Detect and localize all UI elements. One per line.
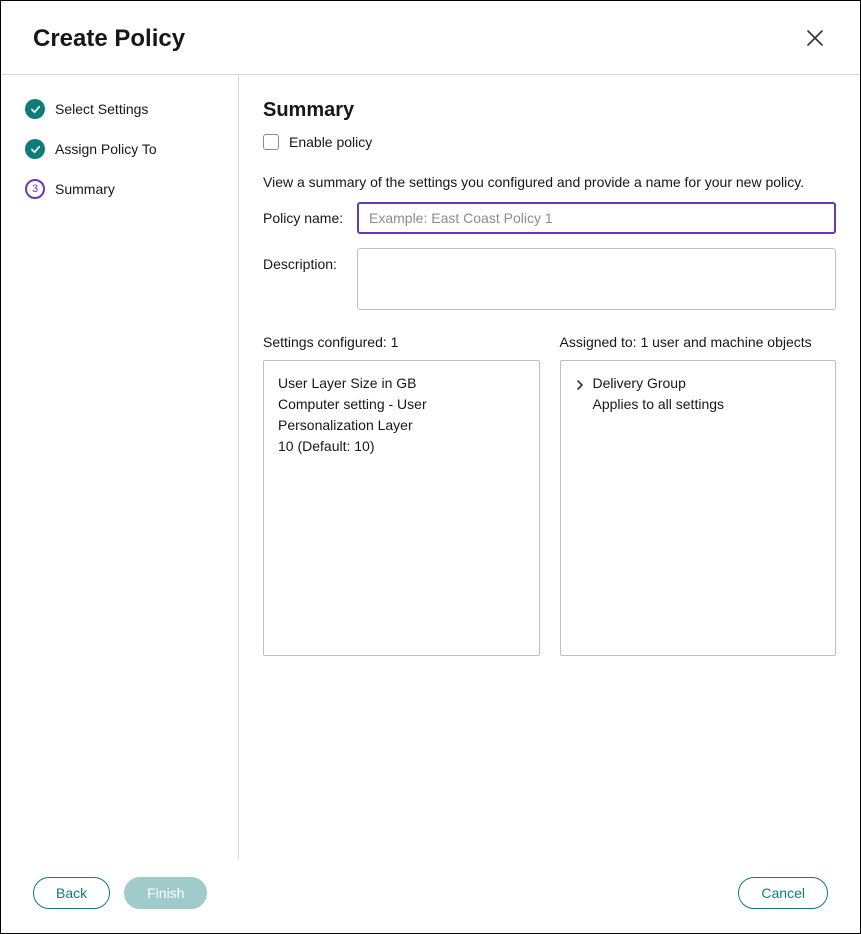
policy-name-row: Policy name:: [263, 202, 836, 234]
step-select-settings[interactable]: Select Settings: [25, 99, 238, 119]
step-label: Select Settings: [55, 101, 148, 117]
close-icon: [806, 29, 824, 47]
setting-value: 10 (Default: 10): [278, 436, 525, 457]
wizard-steps: Select Settings Assign Policy To 3 Summa…: [1, 75, 239, 859]
setting-item: User Layer Size in GB Computer setting -…: [278, 373, 525, 457]
step-label: Summary: [55, 181, 115, 197]
step-assign-policy-to[interactable]: Assign Policy To: [25, 139, 238, 159]
check-icon: [25, 139, 45, 159]
create-policy-modal: Create Policy Select Settings Assign Pol…: [0, 0, 861, 934]
modal-header: Create Policy: [1, 1, 860, 74]
modal-body: Select Settings Assign Policy To 3 Summa…: [1, 74, 860, 859]
assigned-item-scope: Applies to all settings: [593, 394, 725, 415]
modal-footer: Back Finish Cancel: [1, 859, 860, 933]
check-icon: [25, 99, 45, 119]
description-label: Description:: [263, 248, 357, 272]
page-title: Summary: [263, 99, 836, 122]
helper-text: View a summary of the settings you confi…: [263, 174, 836, 190]
settings-configured-header: Settings configured: 1: [263, 334, 540, 350]
description-row: Description:: [263, 248, 836, 310]
close-button[interactable]: [802, 25, 828, 54]
modal-title: Create Policy: [33, 25, 185, 53]
enable-policy-row: Enable policy: [263, 134, 836, 150]
step-number-badge: 3: [25, 179, 45, 199]
assigned-item: Delivery Group Applies to all settings: [575, 373, 822, 415]
assigned-to-column: Assigned to: 1 user and machine objects …: [560, 334, 837, 656]
assigned-to-header: Assigned to: 1 user and machine objects: [560, 334, 837, 350]
summary-columns: Settings configured: 1 User Layer Size i…: [263, 334, 836, 656]
chevron-right-icon: [575, 379, 585, 391]
policy-name-input[interactable]: [357, 202, 836, 234]
step-label: Assign Policy To: [55, 141, 157, 157]
setting-category: Computer setting - User Personalization …: [278, 394, 525, 436]
main-content: Summary Enable policy View a summary of …: [239, 75, 860, 859]
expand-toggle[interactable]: [575, 373, 585, 397]
enable-policy-label: Enable policy: [289, 134, 372, 150]
finish-button[interactable]: Finish: [124, 877, 207, 909]
cancel-button[interactable]: Cancel: [738, 877, 828, 909]
settings-configured-list[interactable]: User Layer Size in GB Computer setting -…: [263, 360, 540, 656]
back-button[interactable]: Back: [33, 877, 110, 909]
assigned-to-list[interactable]: Delivery Group Applies to all settings: [560, 360, 837, 656]
assigned-item-title: Delivery Group: [593, 373, 725, 394]
enable-policy-checkbox[interactable]: [263, 134, 279, 150]
description-input[interactable]: [357, 248, 836, 310]
settings-configured-column: Settings configured: 1 User Layer Size i…: [263, 334, 540, 656]
setting-name: User Layer Size in GB: [278, 373, 525, 394]
step-summary[interactable]: 3 Summary: [25, 179, 238, 199]
policy-name-label: Policy name:: [263, 202, 357, 226]
